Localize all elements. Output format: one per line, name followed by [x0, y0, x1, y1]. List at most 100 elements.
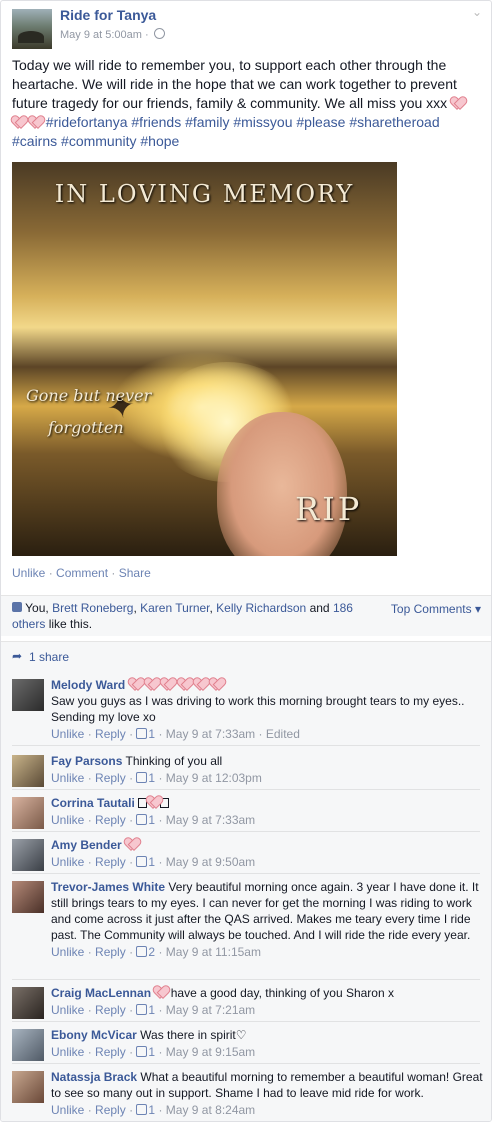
comment-divider: [12, 789, 480, 790]
commenter-name[interactable]: Natassja Brack: [51, 1070, 137, 1084]
meta-separator: ·: [158, 1003, 163, 1017]
comment-divider: [12, 745, 480, 746]
heart-emoji-icon: [125, 838, 138, 850]
comment-time[interactable]: May 9 at 9:15am: [166, 1045, 255, 1059]
comment-reply-link[interactable]: Reply: [95, 1103, 126, 1117]
comment-link[interactable]: Comment: [56, 566, 108, 580]
comment-time[interactable]: May 9 at 11:15am: [166, 945, 261, 959]
likes-bar: You, Brett Roneberg, Karen Turner, Kelly…: [1, 595, 491, 636]
top-comments-dropdown[interactable]: Top Comments ▾: [391, 602, 481, 616]
commenter-avatar[interactable]: [12, 839, 44, 871]
commenter-name[interactable]: Corrina Tautali: [51, 796, 135, 810]
hashtag-link[interactable]: #ridefortanya: [46, 114, 128, 130]
comment-time[interactable]: May 9 at 8:24am: [166, 1103, 255, 1117]
comment-like-count[interactable]: 1: [148, 813, 155, 827]
comment-reply-link[interactable]: Reply: [95, 1003, 126, 1017]
photo-title: IN LOVING MEMORY: [54, 180, 355, 208]
hashtag-link[interactable]: #family: [185, 114, 229, 130]
comment-unlike-link[interactable]: Unlike: [51, 855, 84, 869]
comment-unlike-link[interactable]: Unlike: [51, 771, 84, 785]
hashtag-link[interactable]: #friends: [131, 114, 181, 130]
action-separator: ·: [48, 566, 53, 580]
comment-like-count[interactable]: 1: [148, 727, 155, 741]
meta-separator: ·: [129, 1103, 134, 1117]
comment-time[interactable]: May 9 at 7:33am: [166, 727, 255, 741]
comment-unlike-link[interactable]: Unlike: [51, 813, 84, 827]
comment-meta: Unlike · Reply · 2 · May 9 at 11:15am: [51, 944, 483, 960]
commenter-name[interactable]: Craig MacLennan: [51, 986, 151, 1000]
heart-emoji-icon: [210, 678, 223, 690]
comment-like-count[interactable]: 1: [148, 1045, 155, 1059]
heart-emoji-icon: [12, 116, 25, 128]
comment-time[interactable]: May 9 at 7:33am: [166, 813, 255, 827]
post-date-link[interactable]: May 9 at 5:00am: [60, 29, 142, 41]
comment-item: Melody Ward Saw you guys as I was drivin…: [1, 675, 491, 743]
shares-count-link[interactable]: 1 share: [29, 650, 69, 664]
comment-unlike-link[interactable]: Unlike: [51, 1103, 84, 1117]
portrait-face: [217, 412, 347, 556]
comment-time[interactable]: May 9 at 7:21am: [166, 1003, 255, 1017]
comment-like-count[interactable]: 1: [148, 771, 155, 785]
share-link[interactable]: Share: [119, 566, 151, 580]
liker-link[interactable]: Karen Turner: [140, 601, 209, 615]
page-name-link[interactable]: Ride for Tanya: [60, 7, 156, 23]
comment-reply-link[interactable]: Reply: [95, 945, 126, 959]
page-avatar[interactable]: [12, 9, 52, 49]
chevron-down-icon: ▾: [474, 602, 481, 616]
comment-divider: [12, 1021, 480, 1022]
comment-like-count[interactable]: 1: [148, 1103, 155, 1117]
comment-item: Fay Parsons Thinking of you all Unlike ·…: [1, 751, 491, 791]
commenter-avatar[interactable]: [12, 797, 44, 829]
commenter-name[interactable]: Melody Ward: [51, 678, 125, 692]
commenter-name[interactable]: Fay Parsons: [51, 754, 122, 768]
comment-time[interactable]: May 9 at 12:03pm: [166, 771, 262, 785]
commenter-avatar[interactable]: [12, 755, 44, 787]
hashtag-link[interactable]: #cairns: [12, 133, 57, 149]
hashtag-link[interactable]: #community: [61, 133, 136, 149]
comment-reply-link[interactable]: Reply: [95, 1045, 126, 1059]
comment-unlike-link[interactable]: Unlike: [51, 945, 84, 959]
unlike-link[interactable]: Unlike: [12, 566, 45, 580]
hashtag-link[interactable]: #please: [296, 114, 345, 130]
liker-link[interactable]: Brett Roneberg: [52, 601, 133, 615]
comment-unlike-link[interactable]: Unlike: [51, 1003, 84, 1017]
hashtag-link[interactable]: #hope: [140, 133, 179, 149]
commenter-avatar[interactable]: [12, 987, 44, 1019]
memorial-photo[interactable]: ✦ IN LOVING MEMORY Gone but never forgot…: [12, 162, 397, 556]
comment-reply-link[interactable]: Reply: [95, 813, 126, 827]
comment-edited[interactable]: Edited: [266, 727, 300, 741]
comment-reply-link[interactable]: Reply: [95, 727, 126, 741]
comment-reply-link[interactable]: Reply: [95, 771, 126, 785]
share-arrow-icon: ➦: [12, 649, 23, 663]
comment-body: Amy Bender Unlike · Reply · 1 · May 9 at…: [51, 837, 483, 870]
comment-meta: Unlike · Reply · 1 · May 9 at 9:50am: [51, 854, 483, 870]
chevron-down-icon[interactable]: ⌄: [472, 5, 482, 19]
commenter-name[interactable]: Ebony McVicar: [51, 1028, 137, 1042]
commenter-name[interactable]: Amy Bender: [51, 838, 122, 852]
comment-meta: Unlike · Reply · 1 · May 9 at 7:33am: [51, 812, 483, 828]
meta-separator: ·: [158, 813, 163, 827]
commenter-avatar[interactable]: [12, 1071, 44, 1103]
liker-link[interactable]: Kelly Richardson: [216, 601, 306, 615]
heart-emoji-icon: [29, 116, 42, 128]
post-meta: May 9 at 5:00am ·: [60, 28, 165, 41]
comment-unlike-link[interactable]: Unlike: [51, 727, 84, 741]
comment-like-count[interactable]: 1: [148, 855, 155, 869]
comment-time[interactable]: May 9 at 9:50am: [166, 855, 255, 869]
post-header: Ride for Tanya May 9 at 5:00am · ⌄: [1, 1, 491, 51]
hashtag-link[interactable]: #missyou: [233, 114, 292, 130]
commenter-avatar[interactable]: [12, 1029, 44, 1061]
comment-reply-link[interactable]: Reply: [95, 855, 126, 869]
meta-separator: ·: [87, 771, 92, 785]
comment-divider: [12, 979, 480, 980]
commenter-avatar[interactable]: [12, 679, 44, 711]
commenter-avatar[interactable]: [12, 881, 44, 913]
commenter-name[interactable]: Trevor-James White: [51, 880, 165, 894]
hashtag-link[interactable]: #sharetheroad: [349, 114, 439, 130]
comment-like-count[interactable]: 2: [148, 945, 155, 959]
globe-icon[interactable]: [153, 28, 165, 39]
comment-like-count[interactable]: 1: [148, 1003, 155, 1017]
comment-item: Trevor-James White Very beautiful mornin…: [1, 877, 491, 977]
comment-unlike-link[interactable]: Unlike: [51, 1045, 84, 1059]
comment-body: Trevor-James White Very beautiful mornin…: [51, 879, 483, 960]
